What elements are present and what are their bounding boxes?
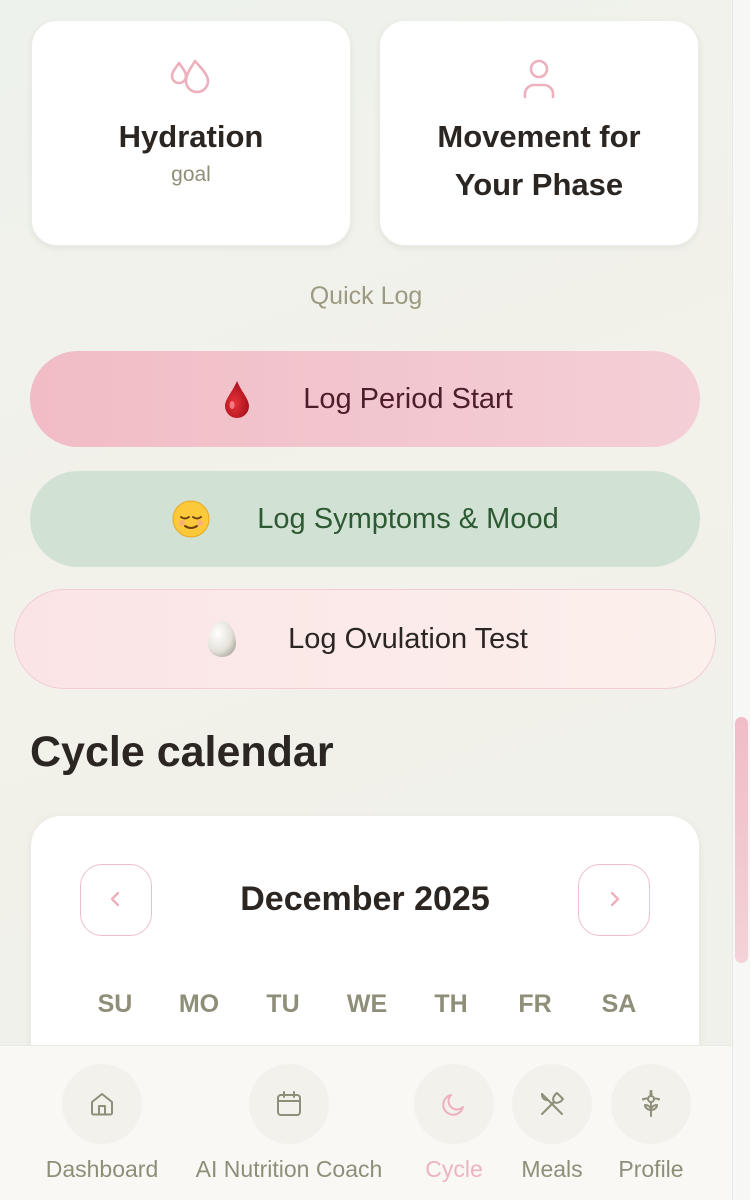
card-title: Hydration — [118, 119, 264, 154]
log-symptoms-mood-button[interactable]: Log Symptoms & Mood — [30, 471, 700, 567]
next-month-button[interactable] — [578, 864, 650, 936]
log-button-label: Log Symptoms & Mood — [257, 502, 559, 535]
card-title: Movement for Your Phase — [437, 113, 640, 209]
flower-icon — [611, 1064, 691, 1144]
app-viewport: Hydration goal Movement for Your Phase Q… — [0, 0, 732, 1200]
nav-item-profile[interactable]: Profile — [610, 1064, 692, 1183]
nav-label: Cycle — [425, 1156, 483, 1182]
chevron-right-icon — [604, 889, 624, 912]
weekday-label: TU — [266, 990, 300, 1018]
card-title-line: Movement for — [437, 119, 641, 154]
weekday-label: SU — [97, 990, 133, 1018]
log-ovulation-test-button[interactable]: Log Ovulation Test — [14, 589, 716, 689]
calendar-icon — [249, 1064, 329, 1144]
scrollbar[interactable] — [732, 0, 750, 1200]
nav-label: Dashboard — [45, 1156, 159, 1182]
blood-drop-emoji — [217, 379, 257, 419]
log-button-label: Log Period Start — [303, 382, 513, 415]
nav-item-meals[interactable]: Meals — [512, 1064, 592, 1183]
bottom-navigation: Dashboard AI Nutrition Coach Cycle Meals… — [0, 1045, 732, 1200]
relieved-face-emoji — [171, 499, 211, 539]
nav-item-cycle[interactable]: Cycle — [409, 1064, 499, 1183]
moon-icon — [414, 1064, 494, 1144]
nav-label: AI Nutrition Coach — [195, 1156, 383, 1182]
weekday-header: SU MO TU WE TH FR SA — [80, 990, 654, 1019]
weekday-label: TH — [434, 990, 468, 1018]
utensils-icon — [512, 1064, 592, 1144]
scrollbar-thumb[interactable] — [735, 717, 748, 963]
nav-item-ai-nutrition-coach[interactable]: AI Nutrition Coach — [179, 1064, 399, 1183]
card-title-line: Your Phase — [454, 167, 624, 202]
nav-item-dashboard[interactable]: Dashboard — [37, 1064, 167, 1183]
droplets-icon — [169, 57, 213, 101]
egg-emoji — [202, 619, 242, 659]
quick-log-heading: Quick Log — [309, 282, 423, 310]
card-subtitle: goal — [171, 163, 211, 186]
log-button-label: Log Ovulation Test — [288, 622, 528, 655]
home-icon — [62, 1064, 142, 1144]
nav-label: Meals — [521, 1156, 583, 1182]
nav-label: Profile — [618, 1156, 684, 1182]
movement-card[interactable]: Movement for Your Phase — [379, 20, 699, 246]
hydration-card[interactable]: Hydration goal — [31, 20, 351, 246]
weekday-label: WE — [346, 990, 388, 1018]
weekday-label: SA — [601, 990, 637, 1018]
weekday-label: MO — [178, 990, 220, 1018]
log-period-start-button[interactable]: Log Period Start — [30, 351, 700, 447]
person-icon — [517, 57, 561, 101]
weekday-label: FR — [518, 990, 552, 1018]
cycle-calendar-title: Cycle calendar — [30, 728, 334, 776]
